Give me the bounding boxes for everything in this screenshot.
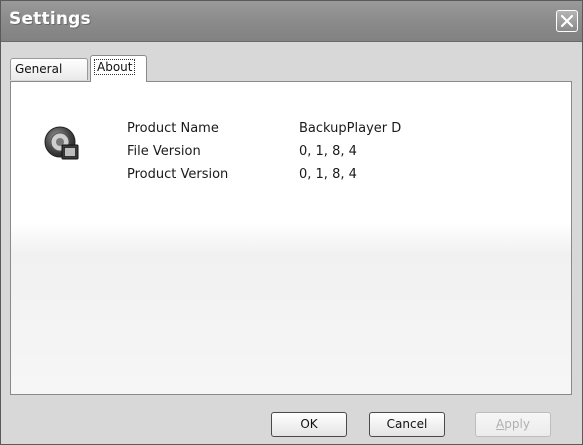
settings-dialog: Settings General About Product Name Back… bbox=[0, 0, 583, 445]
file-version-label: File Version bbox=[127, 144, 201, 159]
tab-general-label: General bbox=[15, 62, 63, 76]
tab-general[interactable]: General bbox=[10, 58, 88, 80]
window-title: Settings bbox=[9, 9, 91, 29]
cancel-button[interactable]: Cancel bbox=[369, 412, 445, 437]
file-version-value: 0, 1, 8, 4 bbox=[299, 144, 357, 159]
title-bar[interactable]: Settings bbox=[1, 1, 582, 42]
product-version-value: 0, 1, 8, 4 bbox=[299, 167, 357, 182]
tab-about[interactable]: About bbox=[90, 55, 147, 82]
apply-label-rest: pply bbox=[504, 417, 530, 431]
ok-button[interactable]: OK bbox=[271, 412, 347, 437]
backupplayer-app-icon bbox=[44, 126, 79, 160]
close-icon bbox=[560, 14, 574, 28]
product-name-label: Product Name bbox=[127, 121, 219, 136]
product-version-label: Product Version bbox=[127, 167, 229, 182]
product-name-value: BackupPlayer D bbox=[299, 121, 402, 136]
apply-button[interactable]: Apply bbox=[475, 412, 551, 437]
tab-about-label: About bbox=[94, 59, 136, 75]
about-panel bbox=[10, 81, 572, 395]
close-button[interactable] bbox=[556, 10, 578, 32]
